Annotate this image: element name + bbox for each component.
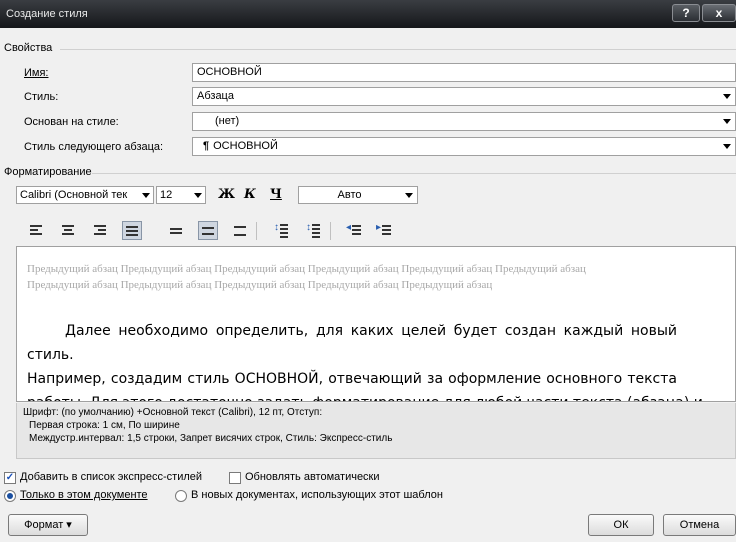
- paragraph-mark-icon: ¶: [203, 140, 210, 152]
- format-menu-button[interactable]: Формат ▾: [8, 514, 88, 536]
- help-button[interactable]: ?: [672, 4, 700, 22]
- preview-sample-text: Далее необходимо определить, для каких ц…: [27, 319, 703, 401]
- next-style-value: ОСНОВНОЙ: [213, 140, 278, 152]
- based-on-value: (нет): [215, 115, 240, 127]
- align-justify-icon[interactable]: [122, 221, 142, 240]
- style-type-value: Абзаца: [197, 90, 234, 102]
- formatting-divider: [92, 173, 736, 174]
- add-to-quick-styles-checkbox[interactable]: ✓: [4, 472, 16, 484]
- ok-button[interactable]: ОК: [588, 514, 654, 536]
- line-spacing-one-half-icon[interactable]: [198, 221, 218, 240]
- chevron-down-icon: [723, 144, 731, 149]
- style-preview-pane: Предыдущий абзац Предыдущий абзац Предыд…: [16, 246, 736, 402]
- new-documents-radio[interactable]: [175, 490, 187, 502]
- chevron-down-icon: [723, 94, 731, 99]
- chevron-down-icon: [723, 119, 731, 124]
- space-after-icon[interactable]: ↕: [306, 222, 322, 238]
- font-color-select[interactable]: Авто: [298, 186, 418, 204]
- chevron-down-icon: [405, 193, 413, 198]
- chevron-down-icon: [194, 193, 202, 198]
- name-input[interactable]: ОСНОВНОЙ: [192, 63, 736, 82]
- new-documents-label: В новых документах, использующих этот ша…: [191, 489, 443, 501]
- align-center-icon[interactable]: [60, 222, 76, 238]
- preview-line: работы. Для этого достаточно задать форм…: [27, 391, 703, 401]
- style-type-label: Стиль:: [24, 91, 59, 103]
- only-this-document-label: Только в этом документе: [20, 489, 148, 501]
- bold-button[interactable]: Ж: [218, 187, 235, 202]
- title-bar: Создание стиля ? x: [0, 0, 736, 28]
- add-to-quick-styles-label: Добавить в список экспресс-стилей: [20, 471, 203, 483]
- preview-line: Например, создадим стиль ОСНОВНОЙ, отвеч…: [27, 371, 677, 387]
- font-value: Calibri (Основной тек: [20, 189, 128, 201]
- font-select[interactable]: Calibri (Основной тек: [16, 186, 154, 204]
- line-spacing-double-icon[interactable]: [232, 222, 248, 238]
- underline-button[interactable]: Ч: [270, 187, 282, 202]
- next-style-label: Стиль следующего абзаца:: [24, 141, 164, 153]
- properties-divider: [60, 49, 736, 50]
- preview-previous-paragraph: Предыдущий абзац Предыдущий абзац Предыд…: [27, 263, 586, 291]
- preview-line: Далее необходимо определить, для каких ц…: [27, 323, 677, 363]
- align-right-icon[interactable]: [92, 222, 108, 238]
- decrease-indent-icon[interactable]: ◂: [346, 222, 362, 238]
- style-type-select[interactable]: Абзаца: [192, 87, 736, 106]
- auto-update-label: Обновлять автоматически: [245, 471, 380, 483]
- based-on-select[interactable]: (нет): [192, 112, 736, 131]
- window-title: Создание стиля: [6, 8, 88, 20]
- next-style-select[interactable]: ¶ ОСНОВНОЙ: [192, 137, 736, 156]
- close-button[interactable]: x: [702, 4, 736, 22]
- font-color-value: Авто: [337, 189, 362, 201]
- line-spacing-single-icon[interactable]: [168, 222, 184, 238]
- chevron-down-icon: [142, 193, 150, 198]
- italic-button[interactable]: К: [244, 187, 256, 202]
- auto-update-checkbox[interactable]: [229, 472, 241, 484]
- toolbar-separator: [330, 222, 331, 240]
- font-size-value: 12: [160, 189, 173, 201]
- description-line: Шрифт: (по умолчанию) +Основной текст (C…: [23, 407, 323, 418]
- style-description: Шрифт: (по умолчанию) +Основной текст (C…: [16, 403, 736, 459]
- toolbar-separator: [256, 222, 257, 240]
- font-size-select[interactable]: 12: [156, 186, 206, 204]
- based-on-label: Основан на стиле:: [24, 116, 119, 128]
- create-style-dialog: Создание стиля ? x Свойства Имя: ОСНОВНО…: [0, 0, 736, 542]
- properties-section-title: Свойства: [4, 42, 53, 54]
- cancel-button[interactable]: Отмена: [663, 514, 736, 536]
- align-left-icon[interactable]: [28, 222, 44, 238]
- name-label: Имя:: [24, 67, 49, 79]
- formatting-section-title: Форматирование: [4, 166, 92, 178]
- description-line: Междустр.интервал: 1,5 строки, Запрет ви…: [29, 433, 393, 444]
- only-this-document-radio[interactable]: [4, 490, 16, 502]
- increase-indent-icon[interactable]: ▸: [376, 222, 392, 238]
- description-line: Первая строка: 1 см, По ширине: [29, 420, 180, 431]
- space-before-icon[interactable]: ↕: [274, 222, 290, 238]
